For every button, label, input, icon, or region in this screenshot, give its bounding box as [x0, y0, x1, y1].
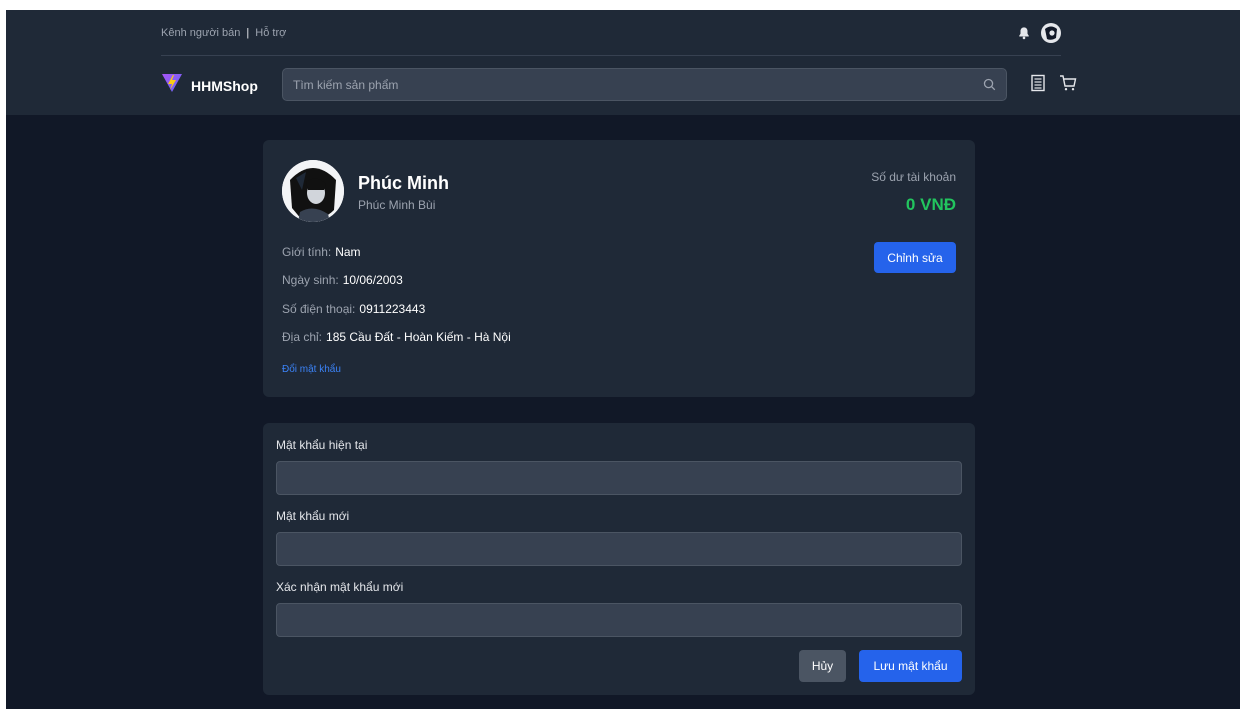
balance-label: Số dư tài khoản	[871, 170, 956, 184]
orders-icon[interactable]	[1029, 74, 1047, 97]
info-phone-value: 0911223443	[359, 302, 426, 316]
info-address-value: 185 Cầu Đất - Hoàn Kiếm - Hà Nội	[326, 330, 511, 344]
info-birthday-label: Ngày sinh:	[282, 273, 339, 287]
edit-profile-button[interactable]: Chỉnh sửa	[874, 242, 956, 273]
profile-display-name: Phúc Minh	[358, 173, 449, 193]
header-nav-icons	[1029, 74, 1077, 97]
current-password-field[interactable]	[276, 461, 962, 495]
brand-logo[interactable]: HHMShop	[161, 73, 258, 98]
balance-value: 0 VNĐ	[905, 195, 956, 214]
password-form-card: Mật khẩu hiện tại Mật khẩu mới Xác nhận …	[263, 423, 975, 695]
support-link[interactable]: Hỗ trợ	[255, 27, 286, 39]
cancel-button[interactable]: Hủy	[799, 650, 846, 682]
seller-channel-link[interactable]: Kênh người bán	[161, 27, 240, 39]
info-birthday-value: 10/06/2003	[342, 273, 403, 287]
top-icons	[1017, 23, 1061, 46]
search-bar	[282, 68, 1007, 101]
info-birthday: Ngày sinh: 10/06/2003	[282, 273, 403, 287]
new-password-field[interactable]	[276, 532, 962, 566]
confirm-password-label: Xác nhận mật khẩu mới	[276, 580, 404, 594]
info-phone: Số điện thoại: 0911223443	[282, 302, 425, 316]
change-password-link[interactable]: Đổi mật khẩu	[282, 364, 341, 375]
info-gender: Giới tính: Nam	[282, 245, 361, 259]
search-input[interactable]	[283, 77, 976, 92]
current-password-label: Mật khẩu hiện tại	[276, 438, 368, 452]
info-gender-label: Giới tính:	[282, 245, 332, 259]
new-password-label: Mật khẩu mới	[276, 509, 350, 523]
info-phone-label: Số điện thoại:	[282, 302, 356, 316]
bell-icon[interactable]	[1017, 26, 1031, 43]
confirm-password-field[interactable]	[276, 603, 962, 637]
user-avatar[interactable]	[1041, 23, 1061, 46]
info-gender-value: Nam	[335, 245, 361, 259]
header-divider	[161, 55, 1061, 56]
cart-icon[interactable]	[1059, 74, 1077, 97]
search-icon[interactable]	[976, 72, 1002, 98]
info-address: Địa chỉ: 185 Cầu Đất - Hoàn Kiếm - Hà Nội	[282, 330, 511, 344]
profile-avatar	[282, 160, 344, 222]
profile-card: Phúc Minh Phúc Minh Bùi Số dư tài khoản …	[263, 140, 975, 397]
app-viewport: Kênh người bán | Hỗ trợ HHMShop Tìm kiếm…	[6, 10, 1240, 709]
logo-icon	[161, 73, 183, 98]
profile-full-name: Phúc Minh Bùi	[358, 198, 436, 212]
site-header: Kênh người bán | Hỗ trợ HHMShop Tìm kiếm…	[6, 10, 1240, 115]
save-password-button[interactable]: Lưu mật khẩu	[859, 650, 962, 682]
top-bar: Kênh người bán | Hỗ trợ	[161, 23, 1061, 43]
brand-name: HHMShop	[191, 77, 258, 94]
info-address-label: Địa chỉ:	[282, 330, 323, 344]
topbar-separator: |	[246, 27, 250, 39]
